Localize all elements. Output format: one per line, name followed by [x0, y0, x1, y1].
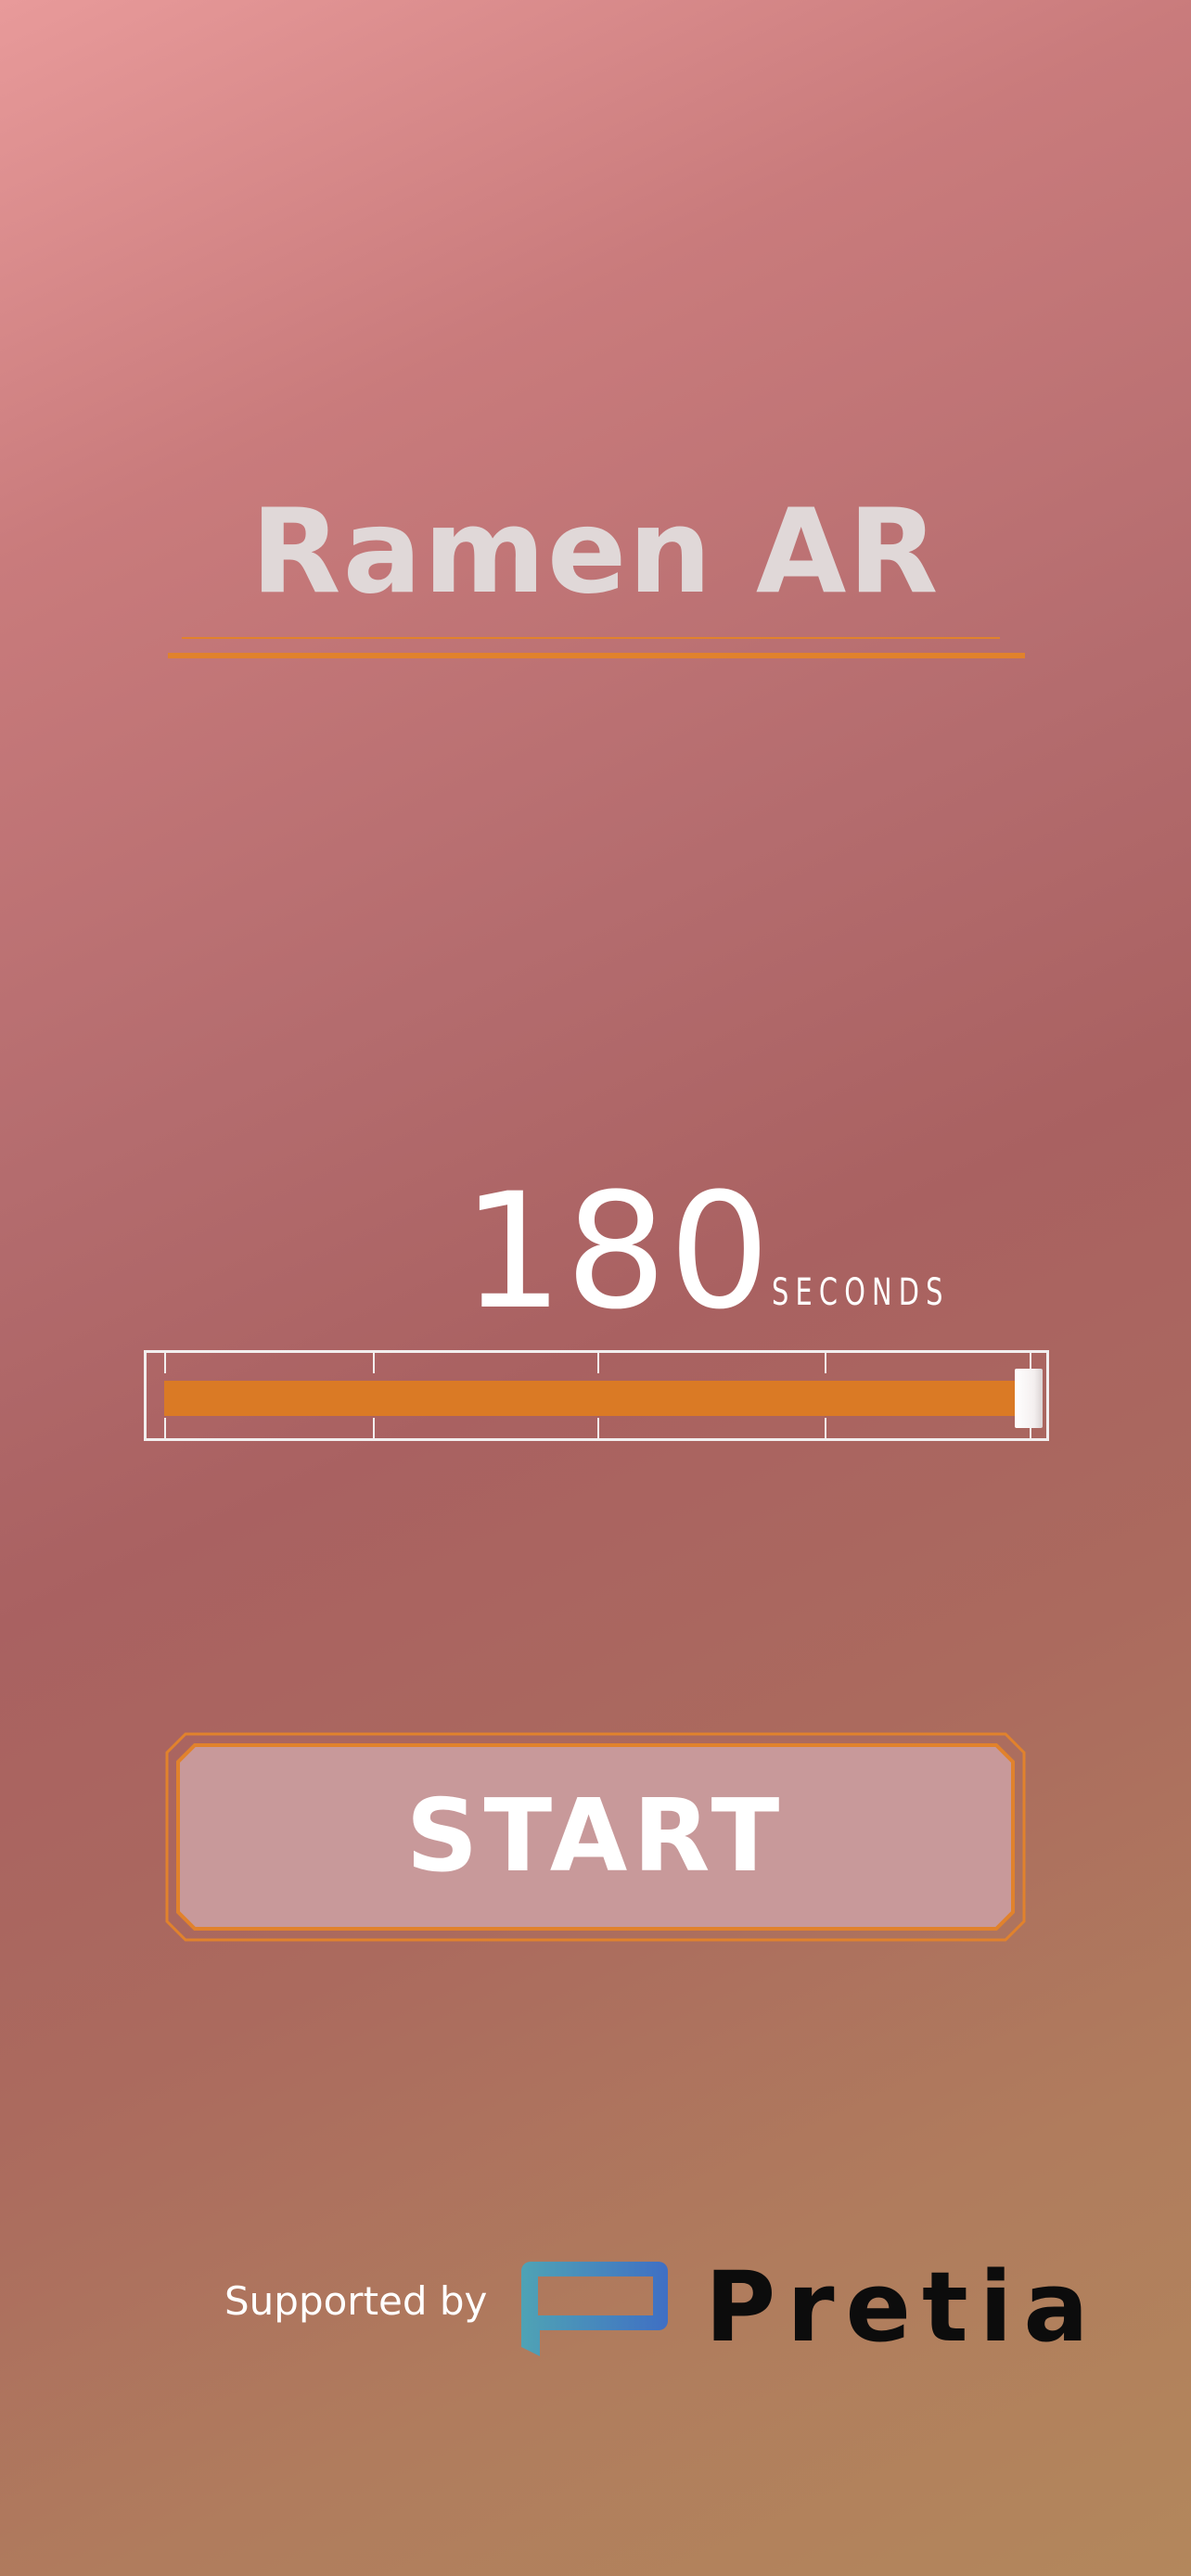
slider-tick [373, 1353, 375, 1373]
slider-tick [597, 1418, 599, 1438]
title-underline-thin [182, 637, 1000, 639]
title-underline-thick [168, 653, 1025, 658]
slider-tick [597, 1353, 599, 1373]
app-title: Ramen AR [250, 483, 941, 619]
supported-by-label: Supported by [224, 2278, 488, 2324]
slider-fill [164, 1381, 1018, 1416]
slider-tick [825, 1353, 826, 1373]
slider-tick [373, 1418, 375, 1438]
slider-tick [825, 1418, 826, 1438]
timer-value: 180 [462, 1158, 773, 1345]
slider-handle[interactable] [1015, 1369, 1043, 1428]
timer-unit-label: SECONDS [772, 1271, 950, 1314]
pretia-logo-icon [519, 2260, 670, 2364]
start-button-label: START [405, 1779, 786, 1894]
start-button[interactable]: START [165, 1732, 1026, 1942]
pretia-brand-name: Pretia [705, 2251, 1100, 2364]
timer-slider[interactable] [144, 1350, 1049, 1441]
slider-tick [164, 1418, 166, 1438]
slider-tick [164, 1353, 166, 1373]
